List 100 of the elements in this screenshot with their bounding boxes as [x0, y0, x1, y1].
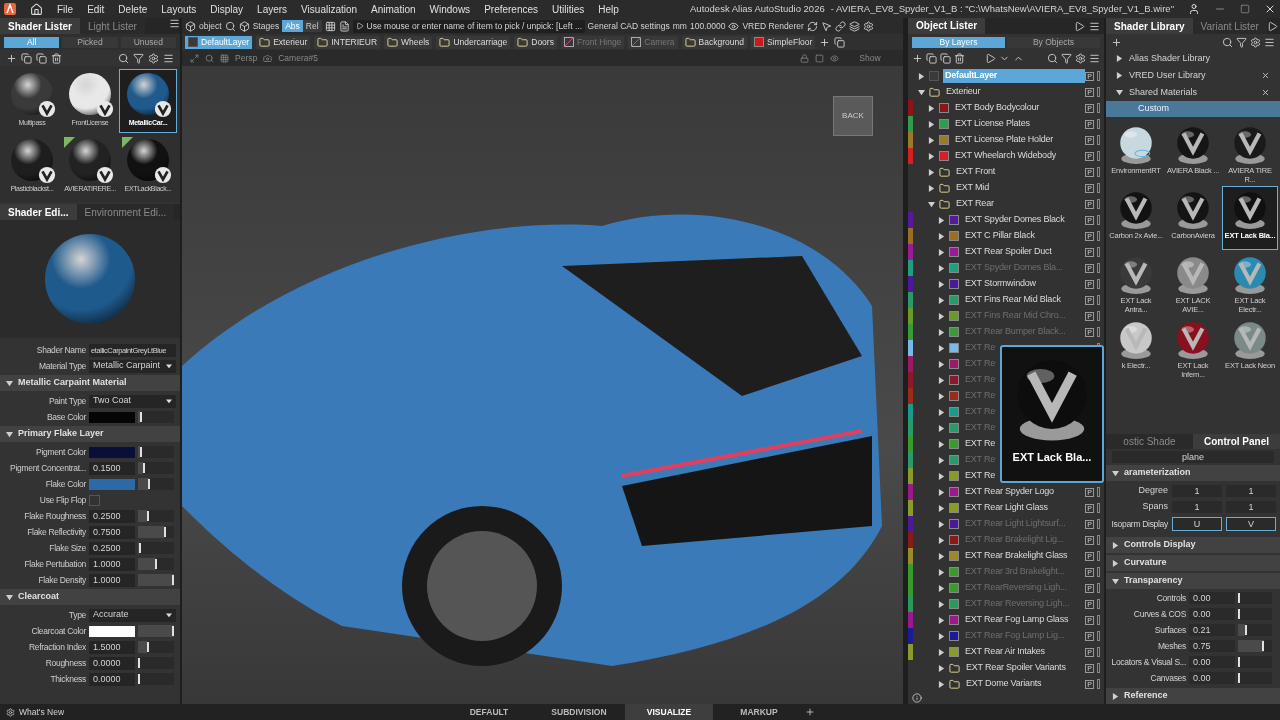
menu-item[interactable]: Animation — [371, 1, 416, 17]
visibility-bar[interactable] — [1097, 119, 1100, 129]
workspace-tab[interactable]: SUBDIVISION — [535, 704, 623, 720]
panel-tab[interactable]: Variant Lister — [1192, 18, 1267, 34]
close-icon[interactable] — [1264, 3, 1276, 15]
slider-thumb[interactable] — [139, 447, 142, 457]
search-icon[interactable] — [224, 20, 236, 32]
menu-item[interactable]: Layouts — [161, 1, 197, 17]
visibility-bar[interactable] — [1097, 551, 1100, 561]
layer-name[interactable]: EXT Rear Fog Lamp Glass — [963, 613, 1071, 627]
layer-name[interactable]: EXT Re — [963, 437, 998, 451]
folder-icon[interactable] — [439, 36, 451, 48]
expand-icon[interactable] — [190, 53, 199, 63]
collapsed-arrow-icon[interactable] — [1116, 72, 1123, 79]
collapsed-arrow-icon[interactable] — [1112, 559, 1119, 567]
slider-track[interactable] — [138, 526, 174, 538]
renderer-label[interactable]: VRED Renderer — [742, 19, 804, 33]
menu-item[interactable]: Edit — [87, 1, 105, 17]
visibility-bar[interactable] — [1097, 135, 1100, 145]
layer-name[interactable]: EXT Rear Light Glass — [963, 501, 1050, 515]
collapsed-arrow-icon[interactable] — [1116, 55, 1123, 62]
layer-name[interactable]: EXT Rear — [954, 197, 996, 211]
filter-tab[interactable]: Unused — [120, 36, 176, 48]
collapsed-arrow-icon[interactable] — [938, 344, 945, 352]
grid-icon[interactable] — [220, 53, 229, 63]
section-header[interactable]: Clearcoat — [0, 589, 180, 605]
menu-icon[interactable] — [163, 52, 174, 64]
visibility-bar[interactable] — [1097, 295, 1100, 305]
play-icon[interactable] — [1266, 20, 1278, 32]
collapsed-arrow-icon[interactable] — [938, 520, 945, 528]
lock-icon[interactable] — [800, 53, 809, 63]
expanded-arrow-icon[interactable] — [928, 200, 935, 208]
number-field[interactable]: 0.75 — [1189, 640, 1235, 652]
visibility-bar[interactable] — [1097, 151, 1100, 161]
collapsed-arrow-icon[interactable] — [938, 440, 945, 448]
collapsed-arrow-icon[interactable] — [938, 664, 945, 672]
layer-button[interactable]: SimpleFloor — [750, 35, 816, 49]
number-field[interactable]: 1.5000 — [89, 640, 135, 654]
section-header[interactable]: Controls Display — [1106, 537, 1280, 553]
visibility-bar[interactable] — [1097, 279, 1100, 289]
play-icon[interactable] — [355, 22, 364, 30]
menu-item[interactable]: Delete — [118, 1, 148, 17]
collapsed-arrow-icon[interactable] — [938, 648, 945, 656]
slider-thumb[interactable] — [146, 642, 149, 652]
settings-icon[interactable] — [6, 707, 15, 717]
panel-tab[interactable]: Light Lister — [79, 18, 145, 34]
copy-icon[interactable] — [926, 52, 937, 64]
layer-name[interactable]: EXT Fins Rear Mid Black — [963, 293, 1063, 307]
pick-mode-label[interactable]: object — [199, 19, 222, 33]
expanded-arrow-icon[interactable] — [6, 593, 13, 601]
slider-track[interactable] — [1238, 608, 1272, 620]
collapsed-arrow-icon[interactable] — [1112, 692, 1119, 700]
layer-button[interactable]: Background — [681, 35, 747, 49]
add-icon[interactable] — [1111, 36, 1122, 48]
folder-icon[interactable] — [259, 36, 271, 48]
settings-icon[interactable] — [862, 20, 874, 32]
collapsed-arrow-icon[interactable] — [938, 472, 945, 480]
collapsed-arrow-icon[interactable] — [928, 104, 935, 112]
color-swatch[interactable] — [89, 478, 135, 490]
panel-tab[interactable]: Shader Lister — [0, 18, 80, 34]
expanded-arrow-icon[interactable] — [6, 430, 13, 438]
slider-track[interactable] — [1238, 672, 1272, 684]
collapsed-arrow-icon[interactable] — [938, 632, 945, 640]
slider-thumb[interactable] — [148, 479, 151, 489]
viewport-render[interactable]: BACK — [182, 66, 903, 704]
folder-icon[interactable] — [317, 36, 329, 48]
menu-item[interactable]: Layers — [257, 1, 288, 17]
layers-icon[interactable] — [848, 20, 860, 32]
cursor-icon[interactable] — [820, 20, 832, 32]
collapsed-arrow-icon[interactable] — [938, 296, 945, 304]
layer-name[interactable]: EXT Rear Spoiler Duct — [963, 245, 1054, 259]
library-name[interactable]: Alias Shader Library — [1129, 51, 1270, 66]
slider-track[interactable] — [138, 411, 174, 423]
slider-track[interactable] — [1238, 592, 1272, 604]
slider-track[interactable] — [138, 558, 174, 570]
layer-name[interactable]: EXT Front — [954, 165, 998, 179]
delete-icon[interactable] — [51, 52, 62, 64]
collapsed-arrow-icon[interactable] — [938, 568, 945, 576]
library-folder[interactable]: Custom — [1106, 101, 1280, 117]
panel-tab[interactable]: Environment Edi... — [76, 204, 175, 220]
info-icon[interactable] — [912, 693, 922, 703]
workspace-tab[interactable]: VISUALIZE — [625, 704, 713, 720]
settings-icon[interactable] — [1250, 36, 1261, 48]
layer-name[interactable]: EXT Dome Variants — [964, 677, 1044, 691]
number-field[interactable]: 1.0000 — [89, 557, 135, 571]
layer-button[interactable]: Exterieur — [256, 35, 311, 49]
cube-icon[interactable] — [238, 20, 250, 32]
layer-button[interactable]: Doors — [514, 35, 557, 49]
collapsed-arrow-icon[interactable] — [928, 168, 935, 176]
number-field[interactable]: 0.7500 — [89, 525, 135, 539]
collapsed-arrow-icon[interactable] — [938, 360, 945, 368]
number-field[interactable]: 1.0000 — [89, 573, 135, 587]
visibility-bar[interactable] — [1097, 231, 1100, 241]
toggle-button[interactable]: U — [1172, 517, 1222, 531]
collapsed-arrow-icon[interactable] — [938, 328, 945, 336]
folder-icon[interactable] — [949, 678, 960, 690]
layer-button[interactable]: Undercarriage — [436, 35, 511, 49]
expanded-arrow-icon[interactable] — [918, 88, 925, 96]
number-field[interactable]: 0.0000 — [89, 656, 135, 670]
menu-item[interactable]: Visualization — [301, 1, 358, 17]
